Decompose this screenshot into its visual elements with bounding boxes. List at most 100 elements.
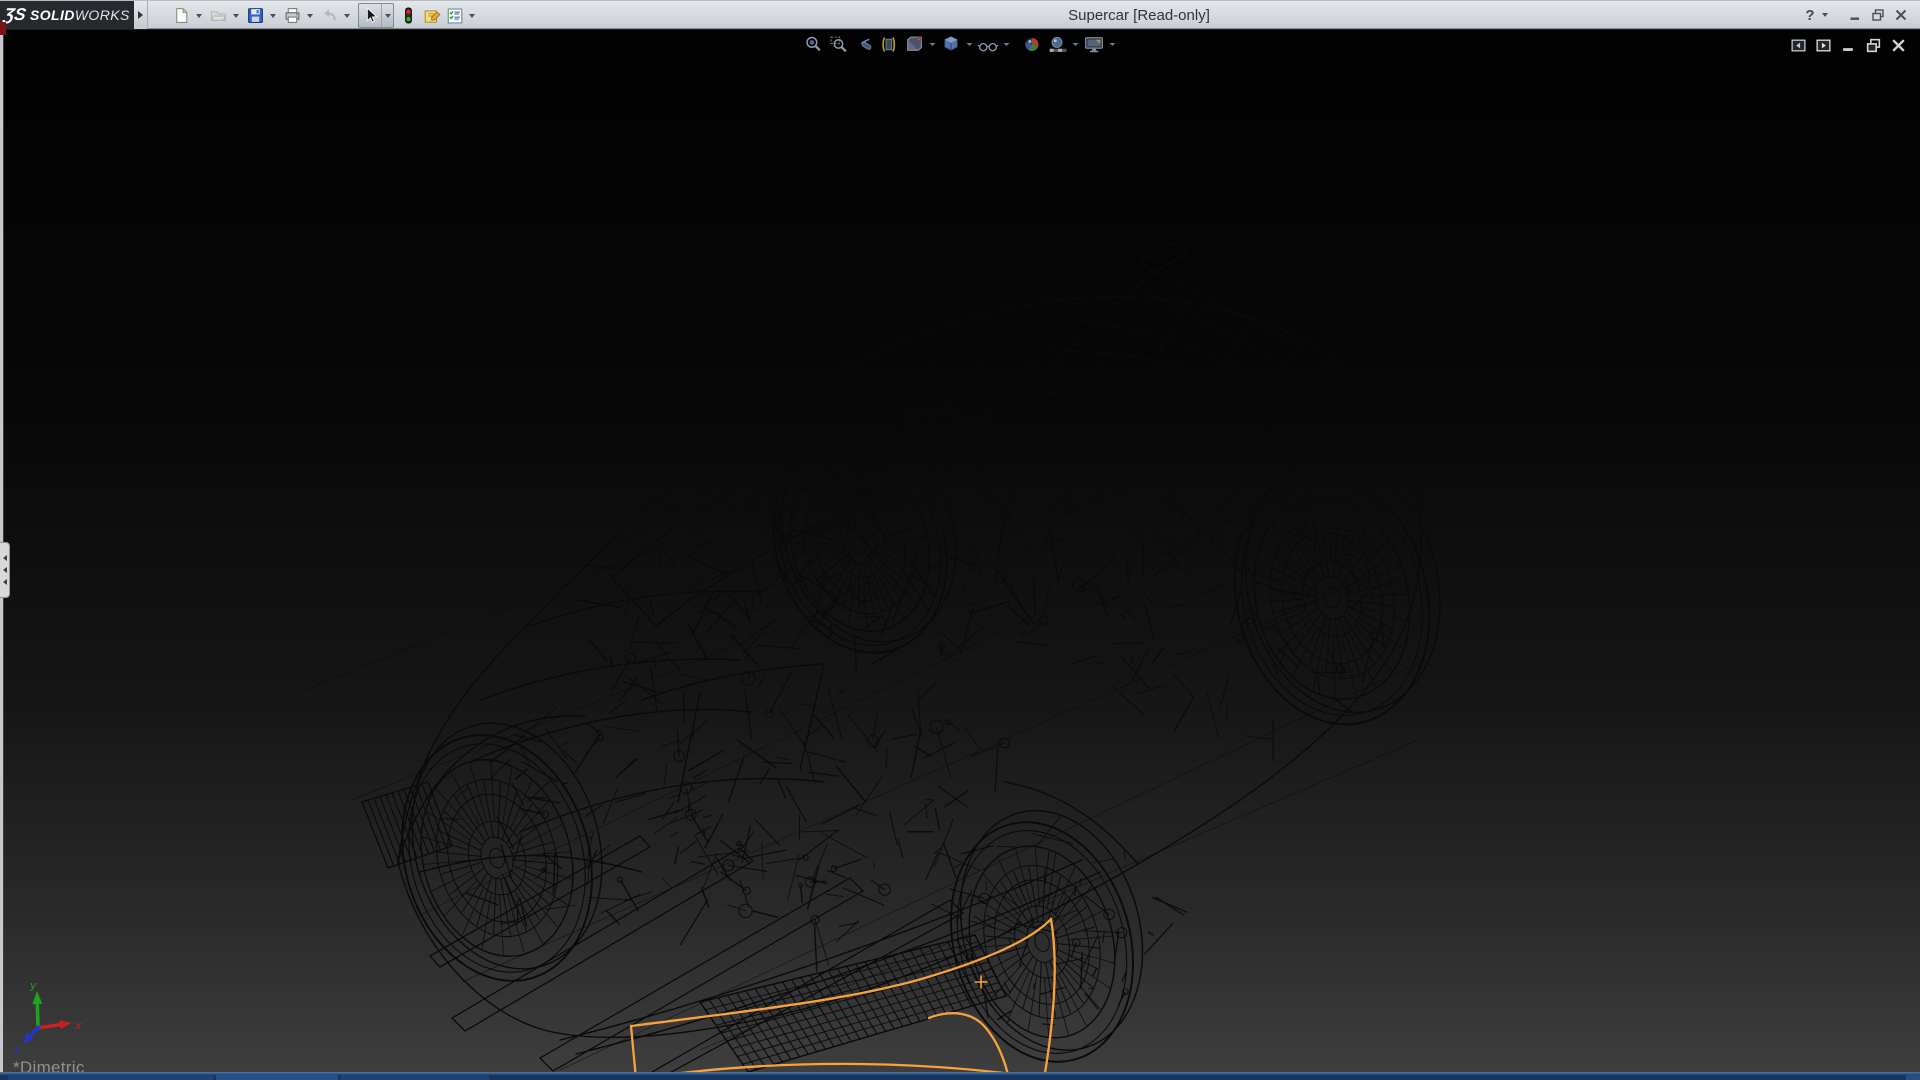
file-properties-button[interactable]: [420, 4, 443, 27]
close-document-button[interactable]: [1889, 36, 1907, 54]
restore-document-button[interactable]: [1864, 36, 1882, 54]
wheel: [1207, 439, 1468, 745]
collapse-arrow-icon: [3, 567, 7, 573]
selected-edges[interactable]: [631, 919, 1055, 1072]
car-wireframe-scene: y x z: [0, 30, 1920, 1072]
previous-pane-button[interactable]: [1789, 36, 1807, 54]
app-close-button[interactable]: [1889, 4, 1912, 27]
svg-text:x: x: [74, 1019, 82, 1032]
view-orientation-button[interactable]: [903, 33, 926, 55]
hide-show-items-dropdown[interactable]: [1002, 33, 1012, 55]
svg-text:y: y: [29, 979, 37, 992]
dropdown-arrow-icon: [385, 14, 391, 18]
view-settings-dropdown[interactable]: [1108, 33, 1118, 55]
reference-triad: y x z: [13, 979, 82, 1056]
new-button[interactable]: [170, 4, 193, 27]
hide-show-items-button[interactable]: [977, 33, 1000, 55]
view-settings-button[interactable]: [1083, 33, 1106, 55]
brand-solid: SOLID: [30, 7, 75, 23]
rebuild-button[interactable]: [397, 4, 420, 27]
display-style-dropdown[interactable]: [965, 33, 975, 55]
taskbar-button[interactable]: [216, 1075, 338, 1080]
edit-appearance-button[interactable]: [1021, 33, 1044, 55]
zoom-to-area-button[interactable]: [828, 33, 851, 55]
next-pane-icon: [1815, 37, 1832, 54]
document-title: Supercar [Read-only]: [1068, 1, 1210, 29]
previous-view-button[interactable]: [853, 33, 876, 55]
file-properties-icon: [423, 7, 441, 25]
open-button[interactable]: [207, 4, 230, 27]
mechanical-detail: [420, 668, 760, 962]
solidworks-logo: ƷSSOLIDWORKS: [0, 1, 134, 29]
collapse-arrow-icon: [3, 579, 7, 585]
help-button[interactable]: ?: [1801, 7, 1819, 24]
dropdown-arrow-icon: [1110, 43, 1116, 46]
new-dropdown[interactable]: [193, 4, 204, 27]
apply-scene-dropdown[interactable]: [1071, 33, 1081, 55]
app-window-controls: ?: [1801, 1, 1912, 29]
open-dropdown[interactable]: [230, 4, 241, 27]
select-button[interactable]: [359, 4, 382, 27]
save-dropdown[interactable]: [267, 4, 278, 27]
print-button[interactable]: [281, 4, 304, 27]
new-document-icon: [173, 7, 190, 24]
section-view-icon: [880, 35, 899, 54]
mechanical-detail: [1036, 445, 1436, 805]
undo-icon: [321, 7, 338, 24]
options-dropdown[interactable]: [466, 4, 477, 27]
hide-show-items-icon: [978, 35, 999, 54]
minimize-document-icon: [1840, 37, 1857, 54]
mechanical-detail: [546, 409, 966, 800]
display-style-button[interactable]: [940, 33, 963, 55]
dropdown-arrow-icon: [469, 14, 475, 18]
app-minimize-button[interactable]: [1843, 4, 1866, 27]
standard-toolbar: [170, 3, 480, 28]
document-window-controls: [1789, 36, 1907, 54]
zoom-to-fit-button[interactable]: [803, 33, 826, 55]
flyout-arrow-icon: [138, 11, 143, 19]
minimize-icon: [1847, 7, 1863, 23]
undo-button[interactable]: [318, 4, 341, 27]
close-icon: [1893, 7, 1909, 23]
previous-pane-icon: [1790, 37, 1807, 54]
svg-text:z: z: [13, 1043, 20, 1056]
select-cursor-icon: [362, 7, 379, 24]
open-folder-icon: [210, 7, 227, 24]
dropdown-arrow-icon: [1822, 13, 1828, 17]
help-dropdown[interactable]: [1819, 4, 1830, 27]
dropdown-arrow-icon: [930, 43, 936, 46]
close-document-icon: [1890, 37, 1907, 54]
graphics-area[interactable]: y x z: [0, 30, 1920, 1072]
dropdown-arrow-icon: [1004, 43, 1010, 46]
dropdown-arrow-icon: [270, 14, 276, 18]
show-desktop-button[interactable]: [1906, 1075, 1920, 1080]
select-dropdown[interactable]: [382, 4, 393, 27]
menu-flyout-arrow[interactable]: [134, 1, 148, 29]
section-view-button[interactable]: [878, 33, 901, 55]
print-dropdown[interactable]: [304, 4, 315, 27]
edit-appearance-icon: [1023, 35, 1042, 54]
undo-dropdown[interactable]: [341, 4, 352, 27]
taskbar-button[interactable]: [8, 1075, 213, 1080]
save-button[interactable]: [244, 4, 267, 27]
dropdown-arrow-icon: [344, 14, 350, 18]
windows-taskbar[interactable]: [0, 1072, 1920, 1080]
coil-spring: [946, 383, 999, 437]
featuremanager-collapsed-tab[interactable]: [0, 542, 10, 598]
zoom-to-fit-icon: [805, 35, 824, 54]
titlebar: ƷSSOLIDWORKS: [0, 0, 1920, 29]
view-orientation-dropdown[interactable]: [928, 33, 938, 55]
apply-scene-button[interactable]: [1046, 33, 1069, 55]
taskbar-button[interactable]: [341, 1075, 489, 1080]
apply-scene-icon: [1048, 35, 1067, 54]
dropdown-arrow-icon: [307, 14, 313, 18]
brand-works: WORKS: [75, 7, 130, 23]
next-pane-button[interactable]: [1814, 36, 1832, 54]
restore-icon: [1870, 7, 1886, 23]
options-button[interactable]: [443, 4, 466, 27]
traffic-light-icon: [400, 7, 417, 24]
app-restore-button[interactable]: [1866, 4, 1889, 27]
minimize-document-button[interactable]: [1839, 36, 1857, 54]
select-tool-group: [358, 3, 394, 28]
print-icon: [284, 7, 301, 24]
